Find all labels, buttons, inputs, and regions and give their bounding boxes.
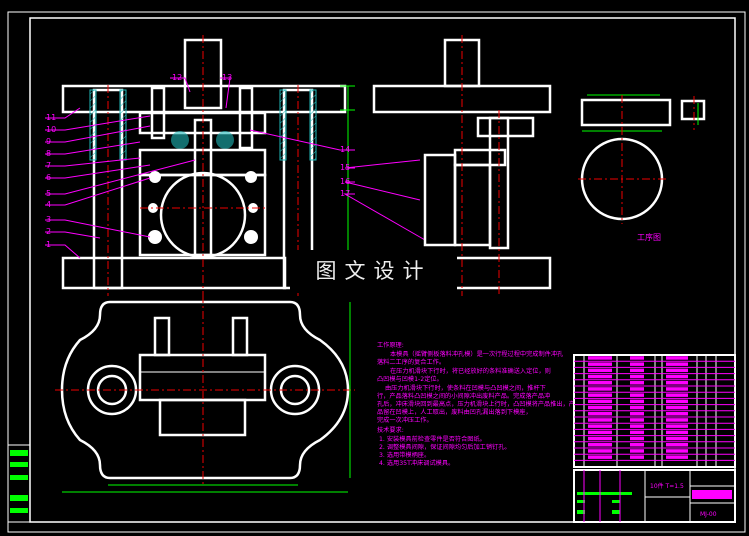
parts-list-cell bbox=[666, 381, 688, 385]
label-14: 14 bbox=[340, 145, 350, 154]
parts-list-cell bbox=[630, 356, 644, 360]
label-1: 1 bbox=[46, 240, 51, 249]
parts-list-cell bbox=[588, 449, 612, 453]
parts-list-cell bbox=[630, 381, 644, 385]
parts-list-cell bbox=[666, 449, 688, 453]
parts-list-cell bbox=[588, 430, 612, 435]
parts-list-cell bbox=[588, 381, 612, 385]
note-line: 落料二工序的复合工作。 bbox=[377, 358, 445, 366]
parts-list-cell bbox=[630, 368, 644, 373]
parts-list-cell bbox=[666, 436, 688, 441]
label-13: 13 bbox=[222, 73, 232, 82]
parts-list-cell bbox=[588, 368, 612, 373]
left-strip bbox=[7, 444, 31, 523]
process-drawing: 工序图 bbox=[578, 94, 706, 242]
note-line: 完成一次冲压工作。 bbox=[377, 416, 433, 424]
parts-list-cell bbox=[630, 405, 644, 410]
label-12: 12 bbox=[172, 73, 182, 82]
parts-list-cell bbox=[630, 443, 644, 447]
tech-item: 1. 安装模具前检查零件是否符合图纸。 bbox=[379, 435, 486, 443]
drawing-number: MJ-00 bbox=[700, 511, 717, 518]
label-15: 15 bbox=[340, 163, 350, 172]
tech-item: 3. 选用带模柄座。 bbox=[379, 451, 430, 459]
parts-list-cell bbox=[666, 424, 688, 428]
parts-list-cell bbox=[630, 436, 644, 441]
parts-list-cell bbox=[588, 387, 612, 391]
parts-list-cell bbox=[588, 412, 612, 416]
label-4: 4 bbox=[46, 200, 51, 209]
label-16: 16 bbox=[340, 177, 350, 186]
title-block-spec: 10件 T=1.5 bbox=[650, 482, 684, 490]
tech-item: 4. 选用35T冲床调试模具。 bbox=[379, 459, 454, 467]
note-line: 凸凹模与凹模1-2定位。 bbox=[377, 375, 443, 383]
label-9: 9 bbox=[46, 137, 51, 146]
tech-item: 2. 调整模具间隙，保证间隙均匀后加工销钉孔。 bbox=[379, 443, 511, 451]
note-line: 品留在凹模上，人工取出，废料由凹孔漏出落到下模座， bbox=[377, 408, 532, 416]
plan-view bbox=[55, 295, 355, 493]
leader-lines bbox=[45, 77, 426, 259]
parts-list-cell bbox=[666, 412, 688, 416]
parts-list-cell bbox=[588, 399, 612, 404]
tech-title: 技术要求: bbox=[377, 426, 404, 434]
parts-list-cell bbox=[666, 393, 688, 397]
parts-list-cell bbox=[666, 399, 688, 404]
process-drawing-label: 工序图 bbox=[637, 232, 661, 242]
parts-list-cell bbox=[630, 374, 644, 379]
parts-list-cell bbox=[666, 455, 688, 459]
parts-list-cell bbox=[666, 387, 688, 391]
notes-title: 工作原理: bbox=[377, 341, 404, 349]
parts-list-cell bbox=[588, 436, 612, 441]
parts-list-cell bbox=[588, 405, 612, 410]
parts-list-cell bbox=[630, 387, 644, 391]
parts-list-cell bbox=[666, 362, 688, 366]
label-6: 6 bbox=[46, 173, 51, 182]
parts-list-cell bbox=[588, 356, 612, 360]
label-10: 10 bbox=[46, 125, 56, 134]
note-line: 孔后，冲床滑块回到最高点，压力机滑块上行时，凸凹模将产品推出，产 bbox=[377, 400, 575, 408]
parts-list-cell bbox=[630, 393, 644, 397]
parts-list-cell bbox=[666, 405, 688, 410]
parts-list-cell bbox=[630, 455, 644, 459]
parts-list-cell bbox=[588, 424, 612, 428]
parts-list-cell bbox=[588, 374, 612, 379]
parts-list-cell bbox=[630, 430, 644, 435]
parts-list-cell bbox=[588, 362, 612, 366]
parts-list-cell bbox=[630, 418, 644, 422]
note-line: 本模具（摇臂侧板落料冲孔模）是一次行程过程中完成制件冲孔 bbox=[390, 350, 563, 358]
parts-list-cell bbox=[666, 368, 688, 373]
parts-list-cell bbox=[630, 424, 644, 428]
label-3: 3 bbox=[46, 215, 51, 224]
parts-list-cell bbox=[666, 418, 688, 422]
parts-list-cell bbox=[588, 393, 612, 397]
parts-list-cell bbox=[588, 455, 612, 459]
parts-list-cell bbox=[588, 418, 612, 422]
watermark: 图文设计 bbox=[290, 250, 457, 290]
parts-list-cell bbox=[666, 430, 688, 435]
parts-list-cell bbox=[666, 374, 688, 379]
parts-list-cell bbox=[588, 443, 612, 447]
label-17: 17 bbox=[340, 189, 350, 198]
note-line: 在压力机滑块下行时，将已经放好的条料准确送入定位，则 bbox=[390, 367, 551, 375]
note-line: 由压力机滑块下行时，使条料在凹模与凸凹模之间，推杆下 bbox=[385, 384, 546, 392]
parts-list-cell bbox=[630, 449, 644, 453]
note-line: 行，产品落料凸凹模之间的小间隙冲出废料产品。完成落产品冲 bbox=[377, 392, 550, 400]
title-block: 10件 T=1.5 MJ-00 bbox=[573, 469, 736, 523]
label-11: 11 bbox=[46, 113, 56, 122]
label-7: 7 bbox=[46, 161, 51, 170]
technical-notes: 工作原理: 本模具（摇臂侧板落料冲孔模）是一次行程过程中完成制件冲孔 落料二工序… bbox=[377, 341, 575, 467]
label-8: 8 bbox=[46, 149, 51, 158]
parts-list bbox=[573, 354, 736, 468]
parts-list-cell bbox=[666, 356, 688, 360]
parts-list-cell bbox=[630, 362, 644, 366]
label-5: 5 bbox=[46, 189, 51, 198]
label-2: 2 bbox=[46, 227, 51, 236]
parts-list-cell bbox=[630, 399, 644, 404]
parts-list-cell bbox=[630, 412, 644, 416]
parts-list-cell bbox=[666, 443, 688, 447]
